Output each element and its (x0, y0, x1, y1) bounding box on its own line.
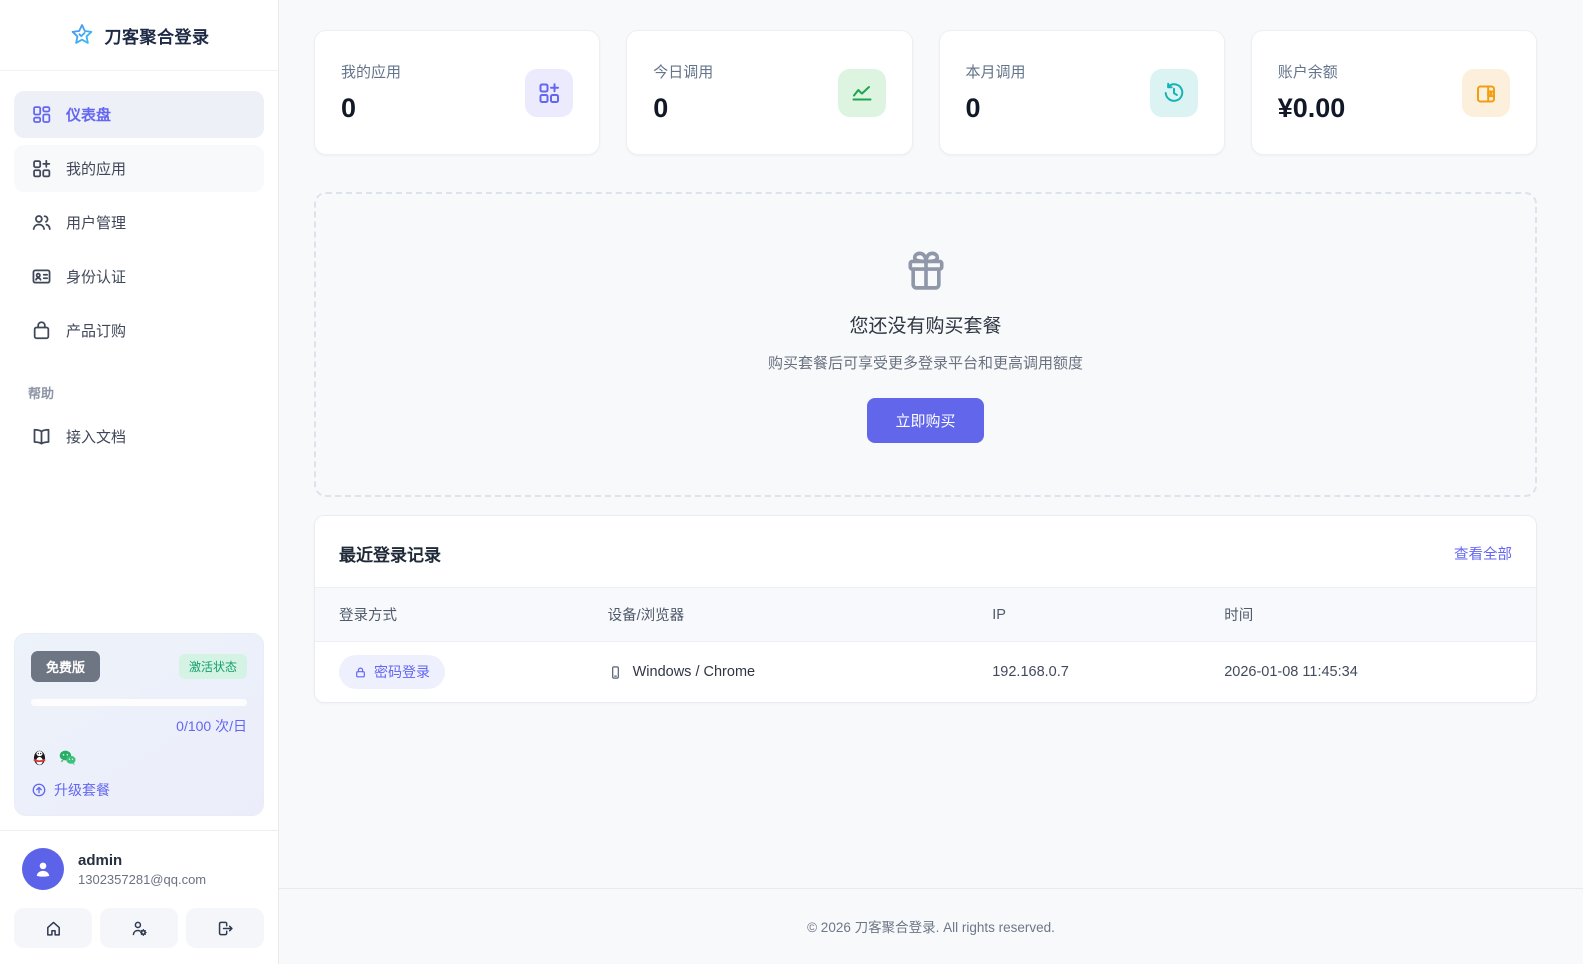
logout-button[interactable] (186, 908, 264, 948)
stat-card-month-calls: 本月调用 0 (938, 30, 1225, 155)
stat-card-today-calls: 今日调用 0 (626, 30, 913, 155)
sidebar-item-product-order[interactable]: 产品订购 (14, 307, 264, 354)
recent-logins-card: 最近登录记录 查看全部 登录方式 设备/浏览器 IP 时间 密码登录 Windo… (314, 515, 1537, 703)
arrow-up-circle-icon (31, 782, 47, 798)
sidebar-section-help: 帮助 (28, 386, 55, 401)
sidebar-item-label: 身份认证 (66, 269, 127, 286)
sidebar-item-label: 用户管理 (66, 215, 127, 232)
empty-state-title: 您还没有购买套餐 (849, 316, 1002, 337)
logout-icon (216, 919, 235, 938)
app-window: 刀客聚合登录 仪表盘 我的应用 用户管理 身份认证 产品订购 帮助 接入文档 免… (0, 0, 1583, 964)
login-method-badge: 密码登录 (339, 655, 445, 689)
sidebar-item-my-apps[interactable]: 我的应用 (14, 145, 264, 192)
user-name: admin (78, 851, 123, 869)
gift-icon (903, 248, 949, 294)
apps-plus-icon (31, 158, 52, 179)
device-phone-icon (608, 665, 623, 680)
plan-card: 免费版 激活状态 0/100 次/日 升级套餐 (14, 633, 264, 816)
no-package-panel: 您还没有购买套餐 购买套餐后可享受更多登录平台和更高调用额度 立即购买 (314, 192, 1537, 497)
time-cell: 2026-01-08 11:45:34 (1224, 664, 1358, 680)
quota-text: 0/100 次/日 (176, 718, 247, 734)
stat-label: 今日调用 (653, 64, 714, 81)
account-settings-button[interactable] (100, 908, 178, 948)
wechat-icon (58, 749, 77, 766)
sidebar-item-label: 接入文档 (66, 429, 127, 446)
star-badge-icon (69, 22, 95, 48)
sidebar-bottom: 免费版 激活状态 0/100 次/日 升级套餐 admin 1302357281… (0, 619, 278, 964)
user-gear-icon (130, 919, 149, 938)
dashboard-grid-icon (31, 104, 52, 125)
stats-row: 我的应用 0 今日调用 0 本月调用 0 账户余额 ¥0.00 (314, 30, 1537, 155)
stat-value: 0 (965, 93, 981, 123)
sidebar-item-label: 我的应用 (66, 161, 127, 178)
clock-history-icon (1149, 68, 1198, 117)
stat-label: 我的应用 (341, 64, 402, 81)
sidebar-item-dashboard[interactable]: 仪表盘 (14, 91, 264, 138)
user-panel: admin 1302357281@qq.com (0, 830, 278, 904)
avatar (22, 848, 64, 890)
id-card-icon (31, 266, 52, 287)
recent-logins-title: 最近登录记录 (339, 546, 441, 565)
home-button[interactable] (14, 908, 92, 948)
apps-plus-icon (525, 68, 574, 117)
buy-now-button[interactable]: 立即购买 (867, 398, 984, 443)
lock-icon (354, 666, 367, 679)
wallet-icon (1462, 68, 1510, 117)
main-content: 我的应用 0 今日调用 0 本月调用 0 账户余额 ¥0.00 您还没有购买套餐… (279, 0, 1583, 964)
brand-logo: 刀客聚合登录 (0, 0, 278, 71)
shopping-bag-icon (31, 320, 52, 341)
empty-state-subtitle: 购买套餐后可享受更多登录平台和更高调用额度 (767, 355, 1083, 372)
sidebar-item-label: 产品订购 (66, 323, 127, 340)
qq-icon (31, 748, 48, 767)
plan-name-badge: 免费版 (31, 651, 101, 682)
table-row: 密码登录 Windows / Chrome 192.168.0.7 2026-0… (315, 642, 1536, 703)
column-header-time: 时间 (1200, 587, 1536, 642)
column-header-device: 设备/浏览器 (583, 587, 969, 642)
device-cell: Windows / Chrome (608, 664, 945, 680)
user-email: 1302357281@qq.com (78, 871, 207, 887)
ip-cell: 192.168.0.7 (992, 664, 1069, 680)
stat-label: 本月调用 (965, 64, 1026, 81)
stat-value: 0 (653, 93, 669, 123)
stat-card-balance: 账户余额 ¥0.00 (1250, 30, 1537, 155)
footer: © 2026 刀客聚合登录. All rights reserved. (279, 888, 1583, 964)
upgrade-plan-link[interactable]: 升级套餐 (31, 780, 247, 800)
column-header-method: 登录方式 (315, 587, 584, 642)
line-chart-icon (837, 68, 886, 117)
sidebar-actions (0, 904, 278, 964)
sidebar-item-docs[interactable]: 接入文档 (14, 413, 264, 460)
view-all-link[interactable]: 查看全部 (1454, 543, 1512, 564)
users-icon (31, 212, 52, 233)
sidebar: 刀客聚合登录 仪表盘 我的应用 用户管理 身份认证 产品订购 帮助 接入文档 免… (0, 0, 279, 964)
quota-progress-bar (31, 699, 247, 706)
sidebar-menu: 仪表盘 我的应用 用户管理 身份认证 产品订购 帮助 接入文档 (0, 71, 278, 460)
book-icon (31, 426, 52, 447)
platform-icons (31, 748, 247, 767)
stat-value: 0 (341, 93, 357, 123)
sidebar-item-label: 仪表盘 (66, 107, 112, 124)
home-icon (44, 919, 63, 938)
sidebar-item-identity-auth[interactable]: 身份认证 (14, 253, 264, 300)
sidebar-item-user-management[interactable]: 用户管理 (14, 199, 264, 246)
plan-status-badge: 激活状态 (178, 654, 247, 679)
app-title: 刀客聚合登录 (104, 27, 210, 47)
column-header-ip: IP (968, 587, 1201, 642)
stat-card-my-apps: 我的应用 0 (314, 30, 601, 155)
stat-label: 账户余额 (1277, 64, 1338, 81)
copyright-text: © 2026 刀客聚合登录. All rights reserved. (807, 920, 1055, 935)
recent-logins-table: 登录方式 设备/浏览器 IP 时间 密码登录 Windows / Chrome … (315, 587, 1536, 702)
stat-value: ¥0.00 (1277, 93, 1346, 123)
